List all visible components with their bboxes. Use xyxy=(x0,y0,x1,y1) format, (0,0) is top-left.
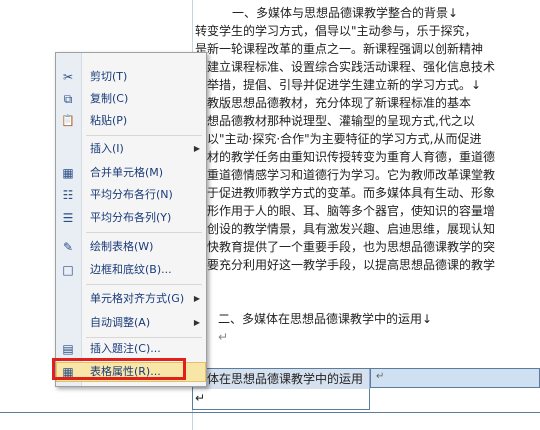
menu-separator xyxy=(86,337,202,338)
menu-item-label: 插入(I) xyxy=(90,142,124,155)
submenu-arrow-icon: ▶ xyxy=(193,144,200,153)
menu-item-label: 合并单元格(M) xyxy=(90,166,164,179)
menu-item-label: 剪切(T) xyxy=(90,70,128,83)
menu-separator xyxy=(86,284,202,285)
menu-item-label: 插入题注(C)... xyxy=(90,342,161,355)
highlight-box xyxy=(52,358,186,380)
doc-line: 二、多媒体在思想品德课教学中的运用↓ xyxy=(218,312,433,326)
doc-line: 向重道德情感学习和道德行为学习。它为教师改革课堂教 xyxy=(195,168,496,182)
submenu-arrow-icon: ▶ xyxy=(193,318,200,327)
menu-item-distribute-rows[interactable]: ☷ 平均分布各行(N) xyxy=(56,185,206,205)
borders-shading-icon: □ xyxy=(62,263,74,277)
menu-item-label: 平均分布各行(N) xyxy=(90,188,173,201)
doc-line: 转变学生的学习方式，倡导以"主动参与，乐于探究， xyxy=(195,24,477,38)
menu-item-label: 单元格对齐方式(G) xyxy=(90,292,185,305)
doc-line: 们要充分利用好这一教学手段，以提高思想品德课的教学 xyxy=(195,258,496,272)
menu-item-borders-shading[interactable]: □ 边框和底纹(B)... xyxy=(56,260,206,280)
document-window: 一、多媒体与思想品德课教学整合的背景↓ 转变学生的学习方式，倡导以"主动参与，乐… xyxy=(0,0,540,430)
doc-line: 用于促进教师教学方式的变革。而多媒体具有生动、形象 xyxy=(195,186,496,200)
table-cell-mark: ↵ xyxy=(376,371,385,382)
menu-separator xyxy=(86,232,202,233)
paste-icon: 📋 xyxy=(61,114,75,127)
doc-line: 所创设的教学情景，具有激发兴趣、启迪思维，展现认知 xyxy=(195,222,496,236)
copy-icon: ⧉ xyxy=(63,92,73,106)
menu-item-paste[interactable]: 📋 粘贴(P) xyxy=(56,111,206,131)
doc-line: 思想品德教材那种说理型、灌输型的呈现方式,代之以 xyxy=(195,114,475,128)
doc-line: 是新一轮课程改革的重点之一。新课程强调以创新精神 xyxy=(195,42,484,56)
doc-line: 数材的教学任务由重知识传授转变为重育人育德，重道德 xyxy=(195,150,496,164)
menu-item-insert[interactable]: 插入(I) ▶ xyxy=(56,139,206,159)
menu-item-label: 绘制表格(W) xyxy=(90,240,154,253)
doc-line: ，形作用于人的眼、耳、脑等多个器官，使知识的容量增 xyxy=(195,204,496,218)
insert-caption-icon: ▤ xyxy=(62,342,74,356)
merge-cells-icon: ▦ xyxy=(62,166,74,180)
doc-line: 愉快教育提供了一个重要手段，也为思想品德课教学的突 xyxy=(195,240,496,254)
menu-item-copy[interactable]: ⧉ 复制(C) xyxy=(56,89,206,109)
doc-paragraph-mark: ↵ xyxy=(218,330,229,344)
submenu-arrow-icon: ▶ xyxy=(193,294,200,303)
doc-line: 鲁教版思想品德教材，充分体现了新课程标准的基本 xyxy=(195,96,472,110)
doc-line: 为以"主动·探究·合作"为主要特征的学习方式,从而促进 xyxy=(195,132,482,146)
scissors-icon: ✂ xyxy=(62,70,74,84)
menu-separator xyxy=(86,135,202,136)
menu-item-merge-cells[interactable]: ▦ 合并单元格(M) xyxy=(56,163,206,183)
draw-table-icon: ✎ xyxy=(62,240,74,254)
menu-item-label: 复制(C) xyxy=(90,92,129,105)
distribute-rows-icon: ☷ xyxy=(62,188,74,202)
distribute-columns-icon: ☰ xyxy=(62,211,74,225)
menu-item-cell-alignment[interactable]: 单元格对齐方式(G) ▶ xyxy=(56,289,206,309)
menu-item-draw-table[interactable]: ✎ 绘制表格(W) xyxy=(56,237,206,257)
table-cell-text: 媒体在思想品德课教学中的运用↵ xyxy=(195,372,364,405)
doc-line: 过建立课程标准、设置综合实践活动课程、强化信息技术 xyxy=(195,60,496,74)
doc-line: 一、多媒体与思想品德课教学整合的背景↓ xyxy=(232,6,459,20)
table-cell-right[interactable] xyxy=(370,368,540,388)
context-menu: ✂ 剪切(T) ⧉ 复制(C) 📋 粘贴(P) 插入(I) ▶ ▦ 合并单元格(… xyxy=(55,52,207,387)
doc-line: 列举措，提倡、引导并促进学生建立新的学习方式。↓ xyxy=(195,78,482,92)
table-border-bottom xyxy=(0,412,540,413)
menu-item-label: 自动调整(A) xyxy=(90,316,151,329)
menu-item-distribute-columns[interactable]: ☰ 平均分布各列(Y) xyxy=(56,208,206,228)
menu-item-autofit[interactable]: 自动调整(A) ▶ xyxy=(56,313,206,333)
menu-item-label: 边框和底纹(B)... xyxy=(90,263,172,276)
menu-item-label: 平均分布各列(Y) xyxy=(90,211,172,224)
menu-item-cut[interactable]: ✂ 剪切(T) xyxy=(56,67,206,87)
menu-item-insert-caption[interactable]: ▤ 插入题注(C)... xyxy=(56,339,206,359)
menu-item-label: 粘贴(P) xyxy=(90,114,128,127)
